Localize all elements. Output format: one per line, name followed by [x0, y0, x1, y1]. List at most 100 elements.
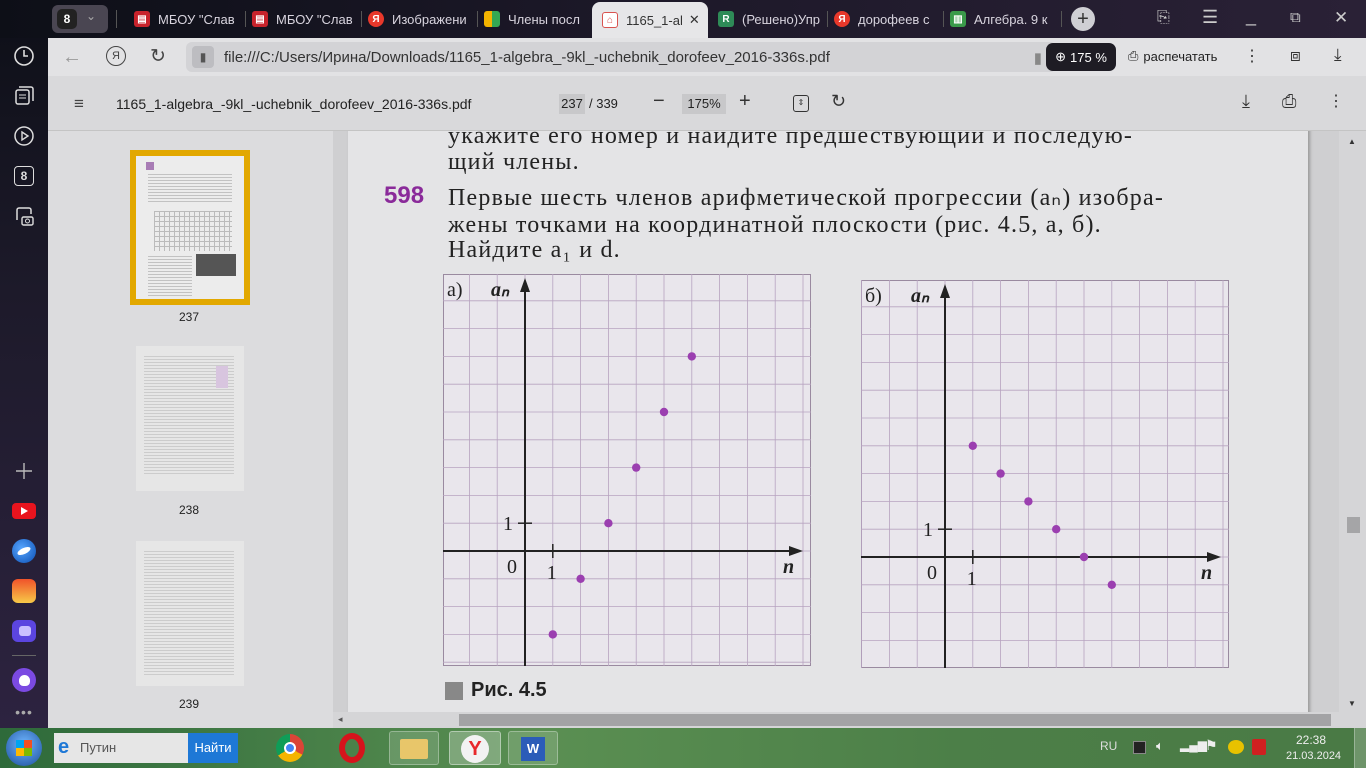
h-scrollbar-thumb[interactable]	[459, 714, 1331, 726]
restore-button[interactable]: ⧉	[1290, 9, 1301, 26]
close-tab-icon[interactable]: ✕	[689, 12, 700, 28]
show-desktop-button[interactable]	[1354, 728, 1366, 768]
text-line: укажите его номер и найдите предшествующ…	[448, 131, 1134, 149]
yandex-messenger-icon[interactable]	[12, 539, 36, 563]
download-pdf-icon[interactable]: ⤓	[1242, 91, 1250, 112]
collections-icon[interactable]	[12, 84, 36, 108]
data-point	[632, 463, 641, 472]
zoom-badge[interactable]: ⊕ 175 %	[1046, 43, 1116, 71]
x-tick-label: 1	[967, 568, 977, 590]
zoom-in-button[interactable]: +	[739, 90, 751, 113]
horizontal-scrollbar[interactable]: ◂	[333, 712, 1339, 728]
close-window-button[interactable]: ✕	[1334, 8, 1348, 28]
screenshot-camera-icon[interactable]	[12, 204, 36, 228]
extensions-icon[interactable]: ⧈	[1290, 46, 1301, 66]
pdf-more-icon[interactable]: ⋮	[1328, 91, 1344, 111]
tab-label: МБОУ "Слав	[158, 11, 235, 27]
thumbnail-page-237[interactable]	[130, 150, 250, 305]
vertical-scrollbar[interactable]: ▲ ▼	[1339, 131, 1366, 728]
disk-icon[interactable]	[12, 619, 36, 643]
reload-button[interactable]: ↻	[150, 45, 166, 68]
tab-label: 1165_1-al	[626, 12, 683, 28]
counter-8-icon[interactable]: 8	[12, 164, 36, 188]
minimize-button[interactable]: _	[1246, 6, 1256, 27]
word-icon[interactable]: W	[508, 731, 558, 765]
add-panel-icon[interactable]	[12, 459, 36, 483]
book-icon: ▥	[950, 11, 966, 27]
y-axis-label: aₙ	[491, 279, 510, 301]
more-dots-icon[interactable]: •••	[12, 700, 36, 724]
thumbnail-page-238[interactable]	[136, 346, 244, 491]
action-center-flag-icon[interactable]: ⚑	[1205, 737, 1218, 754]
thumbnails-menu-icon[interactable]: ≡	[74, 94, 84, 114]
chrome-icon[interactable]	[276, 734, 304, 762]
text-line: щий члены.	[448, 149, 580, 175]
mail-icon[interactable]	[12, 579, 36, 603]
yandex-browser-taskbar-icon[interactable]: Y	[449, 731, 501, 765]
yandex-icon: Я	[834, 11, 850, 27]
text-line: Первые шесть членов арифметической прогр…	[448, 185, 1165, 211]
address-bar[interactable]: ▮ file:///C:/Users/Ирина/Downloads/1165_…	[186, 42, 1056, 72]
network-icon[interactable]: ▂▄▆	[1180, 738, 1207, 752]
page-number-input[interactable]: 237	[559, 94, 585, 114]
search-button[interactable]: Найти	[188, 733, 238, 763]
more-options-icon[interactable]: ⋮	[1244, 46, 1260, 66]
menu-icon[interactable]: ☰	[1202, 7, 1218, 28]
back-button[interactable]: ←	[62, 46, 82, 69]
youtube-icon[interactable]	[12, 499, 36, 523]
zoom-level-input[interactable]: 175%	[682, 94, 726, 114]
data-point	[604, 519, 613, 528]
downloads-icon[interactable]: ⤓	[1334, 45, 1342, 65]
data-point	[968, 441, 977, 450]
data-point	[996, 469, 1005, 478]
tab-label: Изображени	[392, 11, 467, 27]
search-input[interactable]: e Путин	[54, 733, 188, 763]
chart-b: б) aₙ n 0 1 1	[861, 280, 1229, 668]
windows-taskbar: e Путин Найти Y W RU 🔈︎ ▂▄▆ ⚑ 22:38 21.0…	[0, 728, 1366, 768]
bookmarks-panel-icon[interactable]: ⎘	[1157, 9, 1170, 27]
y-axis-label: aₙ	[911, 285, 930, 307]
scrollbar-thumb[interactable]	[1347, 517, 1360, 533]
tab-bar: 8 ⌄ ▤ МБОУ "Слав ▤ МБОУ "Слав Я Изображе…	[0, 0, 1366, 38]
fit-page-icon[interactable]: ⇕	[793, 95, 809, 112]
tab[interactable]: Я Изображени	[362, 5, 478, 33]
pdf-page: укажите его номер и найдите предшествующ…	[348, 131, 1308, 721]
history-icon[interactable]	[12, 44, 36, 68]
print-button[interactable]: ⎙ распечатать	[1128, 48, 1217, 64]
tab[interactable]: ▥ Алгебра. 9 к	[944, 5, 1062, 33]
rotate-icon[interactable]: ↻	[831, 91, 846, 112]
volume-icon[interactable]: 🔈︎	[1156, 738, 1164, 754]
chevron-down-icon: ⌄	[86, 9, 97, 23]
tab[interactable]: ▤ МБОУ "Слав	[128, 5, 246, 33]
tray-plus-icon[interactable]	[1228, 740, 1244, 754]
language-indicator[interactable]: RU	[1100, 739, 1117, 753]
tray-app-icon[interactable]	[1133, 741, 1146, 754]
zoom-out-button[interactable]: −	[653, 90, 665, 113]
bookmark-icon[interactable]: ▮	[1034, 49, 1042, 67]
data-point	[1024, 497, 1033, 506]
clock-time[interactable]: 22:38	[1296, 733, 1326, 747]
x-axis-label: n	[783, 556, 794, 578]
tab-active-pdf[interactable]: ⌂ 1165_1-al ✕	[592, 2, 708, 38]
start-button[interactable]	[6, 730, 42, 766]
new-tab-button[interactable]: +	[1071, 7, 1095, 31]
tab[interactable]: Члены посл	[478, 5, 590, 33]
profile-switcher[interactable]: 8 ⌄	[52, 5, 108, 33]
explorer-icon[interactable]	[389, 731, 439, 765]
thumbnail-page-239[interactable]	[136, 541, 244, 686]
tab[interactable]: Я дорофеев с	[828, 5, 944, 33]
tab[interactable]: ▤ МБОУ "Слав	[246, 5, 362, 33]
pdf-filename: 1165_1-algebra_-9kl_-uchebnik_dorofeev_2…	[116, 96, 472, 112]
opera-icon[interactable]	[339, 733, 365, 763]
print-pdf-icon[interactable]: ⎙	[1282, 91, 1296, 112]
clock-date[interactable]: 21.03.2024	[1286, 750, 1341, 762]
sidebar-divider	[12, 655, 36, 656]
tab[interactable]: R (Решено)Упр	[712, 5, 828, 33]
yandex-home-icon[interactable]: Я	[106, 46, 126, 66]
video-play-icon[interactable]	[12, 124, 36, 148]
power-plug-icon[interactable]	[1252, 739, 1266, 755]
url-text: file:///C:/Users/Ирина/Downloads/1165_1-…	[224, 48, 830, 66]
alice-assistant-icon[interactable]	[12, 668, 36, 692]
zoom-in-icon: ⊕	[1055, 49, 1067, 64]
zoom-badge-text: 175 %	[1070, 49, 1107, 65]
